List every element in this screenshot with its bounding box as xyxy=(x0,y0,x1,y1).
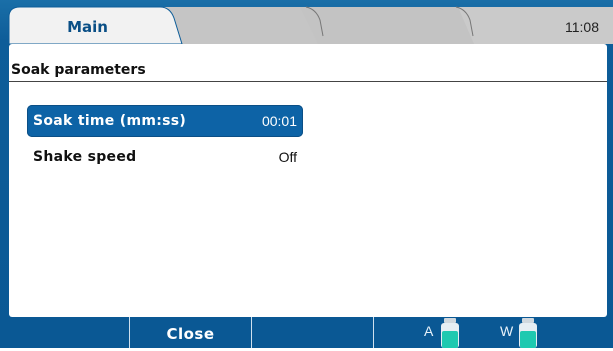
softkey-bar: Close A W xyxy=(0,317,613,348)
clock: 11:08 xyxy=(565,19,599,35)
shake-speed-label: Shake speed xyxy=(33,149,137,165)
section-title: Soak parameters xyxy=(9,58,607,82)
bottle-a-label: A xyxy=(424,323,434,339)
softkey-1[interactable] xyxy=(0,317,130,348)
bottle-icon xyxy=(441,318,459,348)
shake-speed-row[interactable]: Shake speed Off xyxy=(27,141,303,173)
device-screen: Main 11:08 Soak parameters Soak time (mm… xyxy=(0,0,613,348)
tab-strip: Main 11:08 xyxy=(0,0,613,44)
tab-main[interactable]: Main xyxy=(20,16,155,38)
tab-3-shape[interactable] xyxy=(300,7,480,44)
bottle-icon xyxy=(519,318,537,348)
close-button[interactable]: Close xyxy=(130,317,252,348)
soak-time-value: 00:01 xyxy=(261,113,297,129)
bottle-w-label: W xyxy=(500,323,514,339)
bottle-a: A xyxy=(420,317,480,348)
bottle-w: W xyxy=(498,317,558,348)
softkey-3[interactable] xyxy=(252,317,374,348)
content-panel: Soak parameters Soak time (mm:ss) 00:01 … xyxy=(9,44,607,317)
soak-time-label: Soak time (mm:ss) xyxy=(33,113,187,129)
soak-time-row[interactable]: Soak time (mm:ss) 00:01 xyxy=(27,105,303,137)
shake-speed-value: Off xyxy=(278,149,297,165)
